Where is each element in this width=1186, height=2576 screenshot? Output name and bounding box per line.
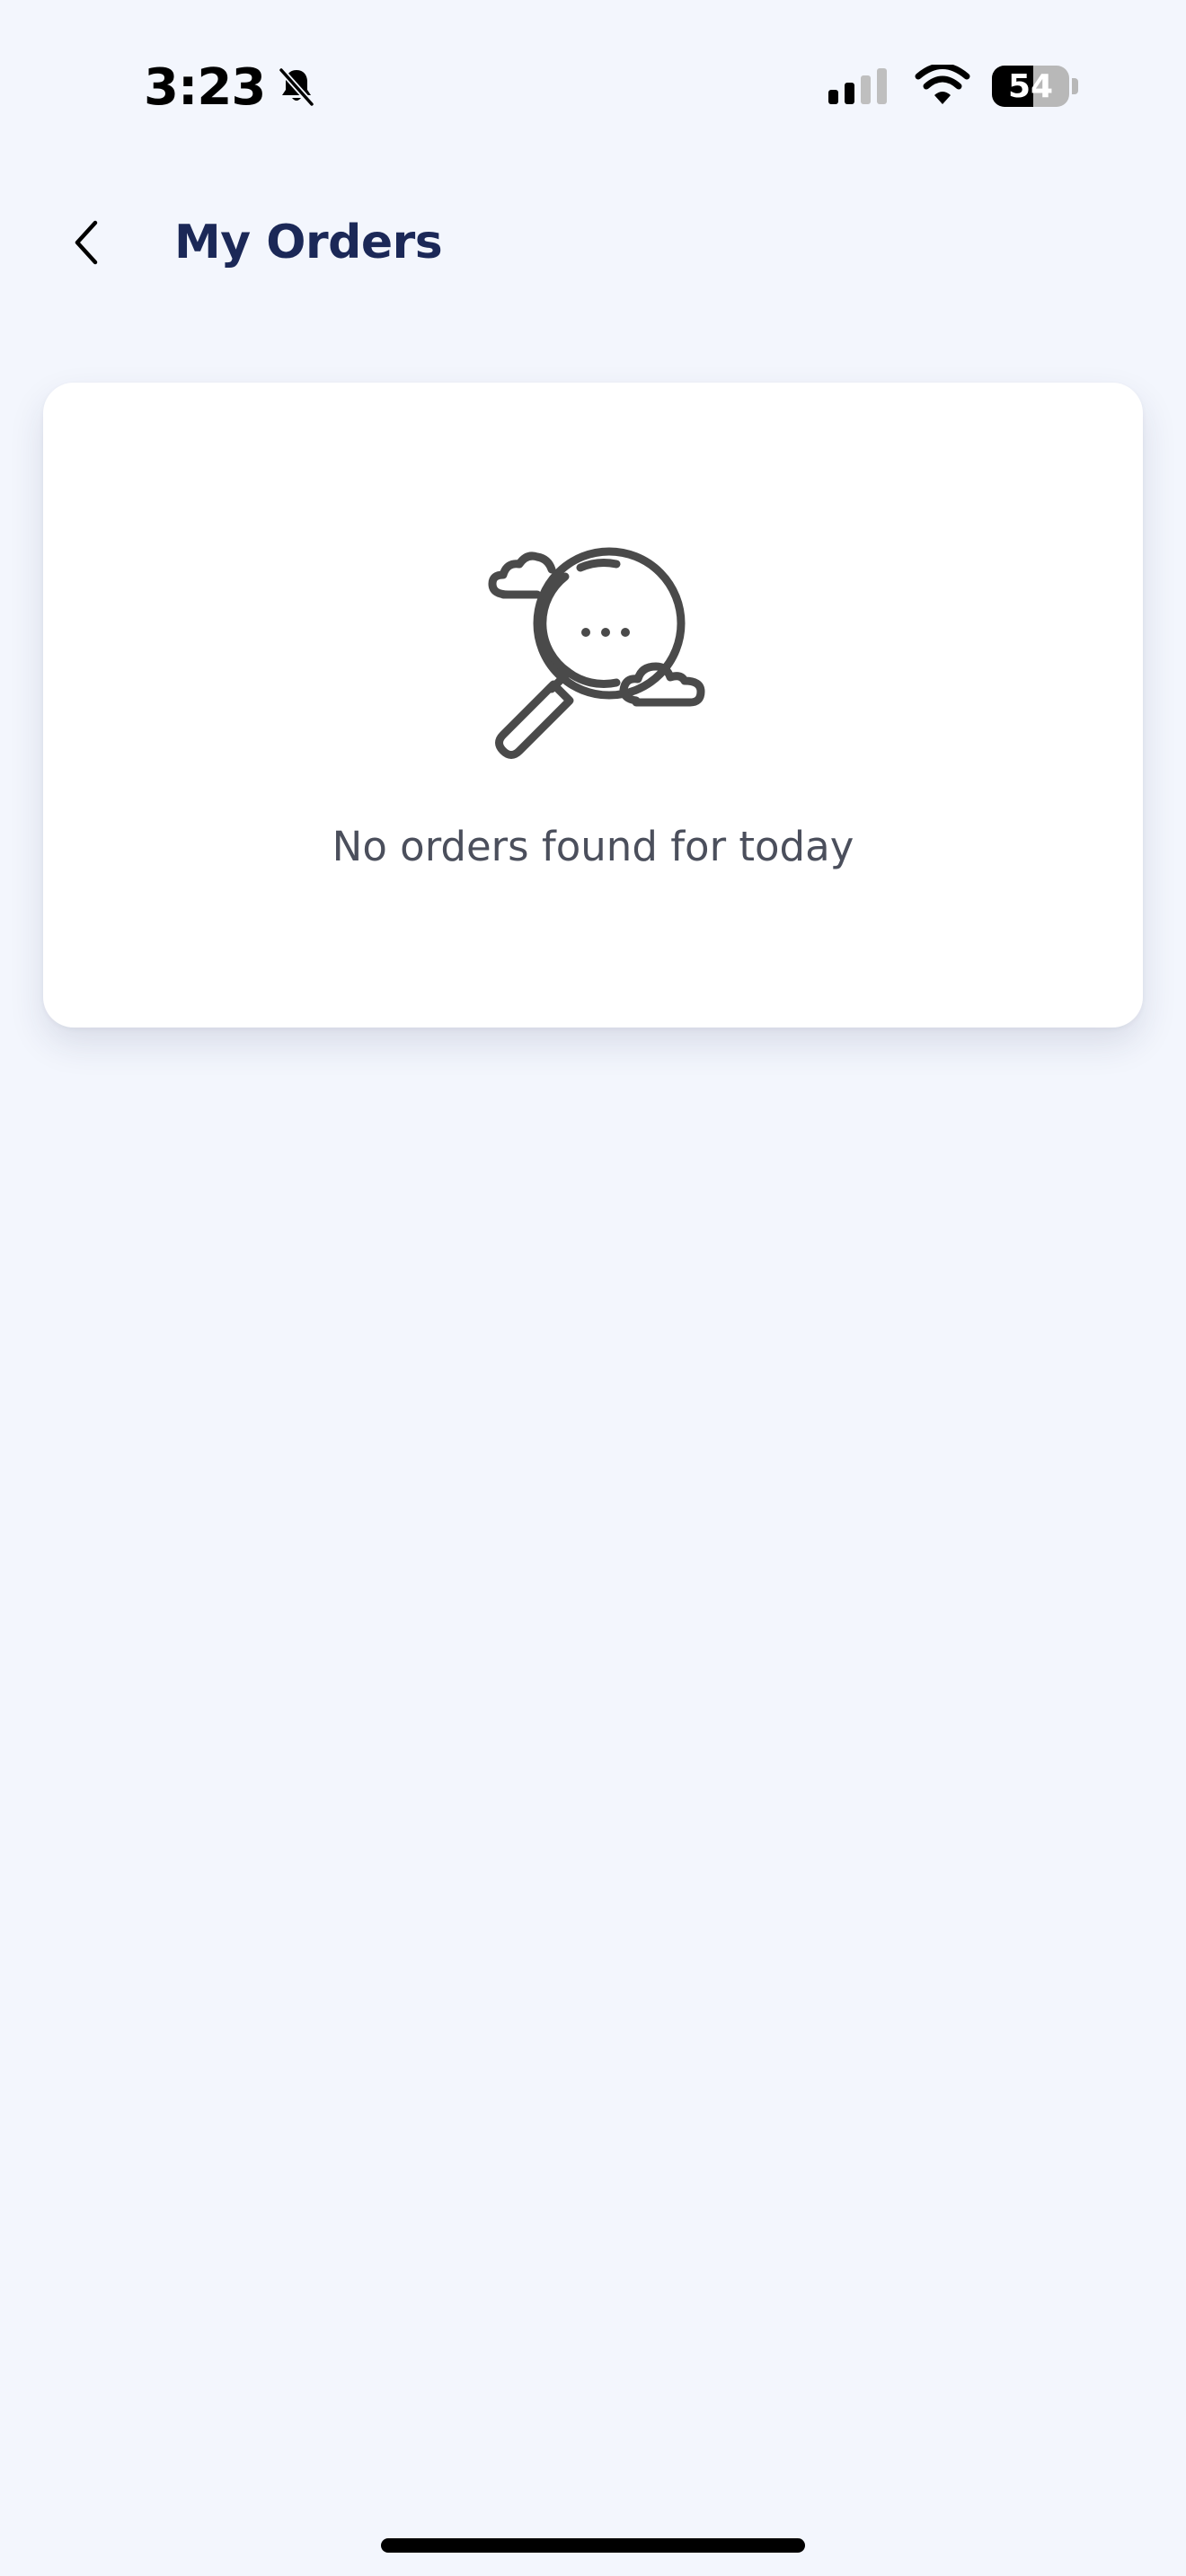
- battery-level: 54: [1007, 67, 1054, 105]
- battery-nub: [1072, 78, 1078, 94]
- chevron-left-icon: [75, 220, 98, 265]
- status-bar: 3:23 54: [0, 0, 1186, 171]
- battery-body: 54: [992, 66, 1069, 107]
- battery-icon: 54: [992, 65, 1078, 108]
- cellular-signal-icon: [828, 68, 887, 104]
- back-button[interactable]: [50, 207, 122, 278]
- empty-state-message: No orders found for today: [332, 823, 854, 870]
- header: My Orders: [0, 198, 1186, 287]
- wifi-icon: [915, 65, 970, 104]
- bell-slash-icon: [278, 66, 315, 108]
- home-indicator[interactable]: [381, 2538, 805, 2553]
- status-icons: 54: [827, 59, 1078, 113]
- status-time-group: 3:23: [144, 56, 319, 119]
- status-time: 3:23: [144, 57, 266, 117]
- magnifier-with-clouds-icon: [488, 547, 705, 759]
- page-title: My Orders: [174, 216, 443, 269]
- empty-state-card: No orders found for today: [43, 383, 1143, 1028]
